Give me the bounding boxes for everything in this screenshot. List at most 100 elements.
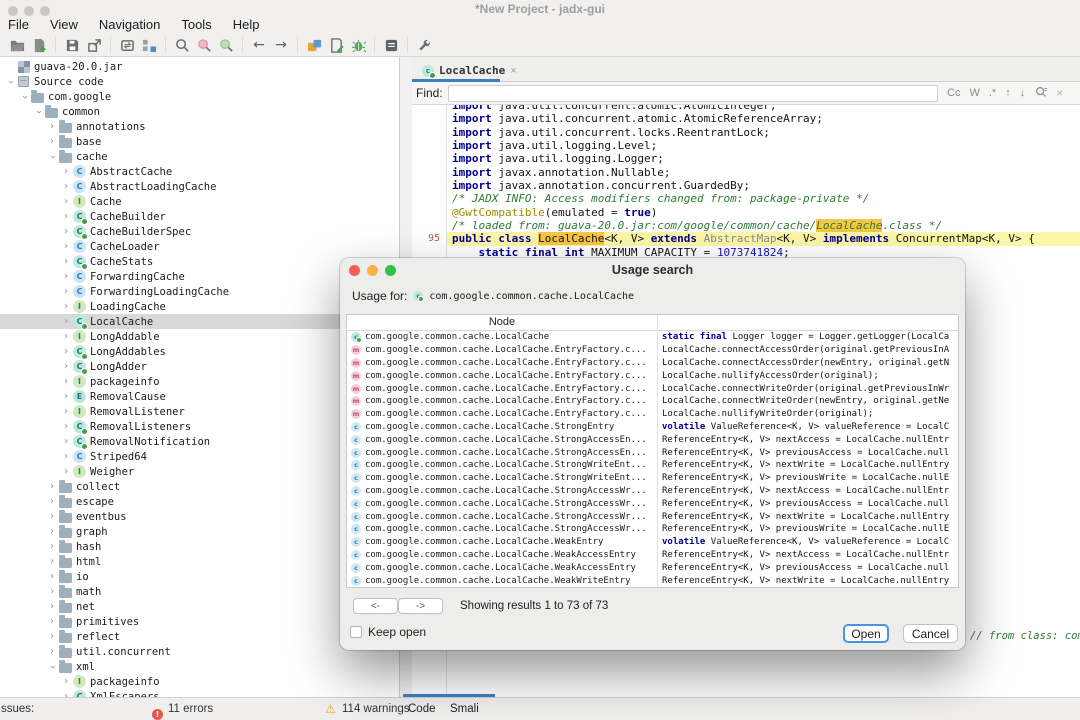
log-viewer-icon[interactable] [380,36,402,54]
sync-icon[interactable] [116,36,138,54]
inspector-icon[interactable] [325,36,347,54]
chevron-expanded-icon[interactable]: › [5,76,16,88]
prev-page-button[interactable]: <- [353,598,398,614]
chevron-collapsed-icon[interactable]: › [60,181,72,192]
tree-item-abstractloadingcache[interactable]: › C AbstractLoadingCache [0,179,399,194]
usage-result-row[interactable]: c com.google.common.cache.LocalCache stati… [347,331,958,344]
usage-result-row[interactable]: c com.google.common.cache.LocalCache.Stro… [347,485,958,498]
usage-result-row[interactable]: c com.google.common.cache.LocalCache.Stro… [347,497,958,510]
find-option-[interactable]: .* [989,87,996,99]
chevron-collapsed-icon[interactable]: › [46,121,58,132]
usage-result-row[interactable]: c com.google.common.cache.LocalCache.Stro… [347,523,958,536]
find-option-[interactable]: ↓ [1020,87,1026,99]
chevron-collapsed-icon[interactable]: › [60,451,72,462]
chevron-collapsed-icon[interactable]: › [60,676,72,687]
chevron-collapsed-icon[interactable]: › [46,571,58,582]
chevron-collapsed-icon[interactable]: › [60,436,72,447]
chevron-collapsed-icon[interactable]: › [60,316,72,327]
tree-item-base[interactable]: › base [0,134,399,149]
usage-result-row[interactable]: m com.google.common.cache.LocalCache.Entr… [347,344,958,357]
chevron-expanded-icon[interactable]: › [33,106,44,118]
tree-item-annotations[interactable]: › annotations [0,119,399,134]
chevron-expanded-icon[interactable]: › [47,661,58,673]
chevron-collapsed-icon[interactable]: › [60,241,72,252]
usage-result-row[interactable]: m com.google.common.cache.LocalCache.Entr… [347,369,958,382]
preferences-icon[interactable] [413,36,435,54]
find-input[interactable] [448,84,938,102]
find-option-[interactable]: ↑ [1005,87,1011,99]
chevron-collapsed-icon[interactable]: › [60,256,72,267]
chevron-collapsed-icon[interactable]: › [46,616,58,627]
tree-item-packageinfo[interactable]: › Ipackageinfo [0,674,399,689]
chevron-collapsed-icon[interactable]: › [46,511,58,522]
keep-open-checkbox[interactable] [350,626,362,638]
find-close-icon[interactable]: × [1056,86,1063,100]
next-page-button[interactable]: -> [398,598,443,614]
usage-result-row[interactable]: c com.google.common.cache.LocalCache.Weak… [347,549,958,562]
back-icon[interactable]: ← [248,36,270,54]
chevron-collapsed-icon[interactable]: › [46,631,58,642]
menu-help[interactable]: Help [233,17,260,32]
chevron-collapsed-icon[interactable]: › [60,421,72,432]
chevron-collapsed-icon[interactable]: › [60,271,72,282]
chevron-collapsed-icon[interactable]: › [60,376,72,387]
usage-result-row[interactable]: c com.google.common.cache.LocalCache.Weak… [347,536,958,549]
chevron-collapsed-icon[interactable]: › [60,196,72,207]
menu-tools[interactable]: Tools [181,17,211,32]
usage-result-row[interactable]: c com.google.common.cache.LocalCache.Stro… [347,510,958,523]
chevron-collapsed-icon[interactable]: › [46,526,58,537]
usage-result-row[interactable]: c com.google.common.cache.LocalCache.Stro… [347,421,958,434]
chevron-collapsed-icon[interactable]: › [60,346,72,357]
usage-result-row[interactable]: c com.google.common.cache.LocalCache.Stro… [347,459,958,472]
tab-code[interactable]: Code [408,703,436,715]
chevron-collapsed-icon[interactable]: › [60,166,72,177]
chevron-collapsed-icon[interactable]: › [60,391,72,402]
usage-result-row[interactable]: c com.google.common.cache.LocalCache.Weak… [347,561,958,574]
debug-icon[interactable] [347,36,369,54]
tab-close-icon[interactable]: × [510,65,516,77]
chevron-collapsed-icon[interactable]: › [60,466,72,477]
usage-result-row[interactable]: m com.google.common.cache.LocalCache.Entr… [347,395,958,408]
search-icon[interactable] [171,36,193,54]
chevron-collapsed-icon[interactable]: › [60,226,72,237]
chevron-collapsed-icon[interactable]: › [46,586,58,597]
chevron-collapsed-icon[interactable]: › [60,301,72,312]
tree-item-cache[interactable]: › I Cache [0,194,399,209]
chevron-collapsed-icon[interactable]: › [60,286,72,297]
menu-file[interactable]: File [8,17,29,32]
chevron-collapsed-icon[interactable]: › [46,541,58,552]
search-text-icon[interactable] [193,36,215,54]
usage-result-row[interactable]: m com.google.common.cache.LocalCache.Entr… [347,357,958,370]
tree-item-cache[interactable]: › cache [0,149,399,164]
tab-smali[interactable]: Smali [450,703,479,715]
tree-flatten-icon[interactable] [138,36,160,54]
tree-item-source-code[interactable]: › Source code [0,74,399,89]
search-class-icon[interactable] [215,36,237,54]
chevron-collapsed-icon[interactable]: › [60,211,72,222]
usage-result-row[interactable]: c com.google.common.cache.LocalCache.Stro… [347,433,958,446]
add-file-icon[interactable] [28,36,50,54]
menu-navigation[interactable]: Navigation [99,17,160,32]
chevron-collapsed-icon[interactable]: › [46,646,58,657]
tree-item-xml[interactable]: › xml [0,659,399,674]
chevron-collapsed-icon[interactable]: › [60,331,72,342]
find-option-cc[interactable]: Cc [947,87,960,99]
chevron-collapsed-icon[interactable]: › [60,406,72,417]
tree-item-com-google[interactable]: › com.google [0,89,399,104]
tree-item-cacheloader[interactable]: › C CacheLoader [0,239,399,254]
chevron-collapsed-icon[interactable]: › [46,556,58,567]
chevron-expanded-icon[interactable]: › [47,151,58,163]
tree-item-util-concurrent[interactable]: › util.concurrent [0,644,399,659]
tree-item-xmlescapers[interactable]: › C XmlEscapers [0,689,399,697]
forward-icon[interactable]: → [270,36,292,54]
chevron-collapsed-icon[interactable]: › [60,361,72,372]
open-button[interactable]: Open [843,624,889,643]
tree-item-common[interactable]: › common [0,104,399,119]
deobfuscation-icon[interactable] [303,36,325,54]
tree-item-abstractcache[interactable]: › C AbstractCache [0,164,399,179]
tree-item-cachebuilder[interactable]: › C CacheBuilder [0,209,399,225]
menu-view[interactable]: View [50,17,78,32]
usage-result-row[interactable]: c com.google.common.cache.LocalCache.Weak… [347,574,958,587]
tree-item-guava-20-0-jar[interactable]: guava-20.0.jar [0,59,399,74]
chevron-collapsed-icon[interactable]: › [46,496,58,507]
